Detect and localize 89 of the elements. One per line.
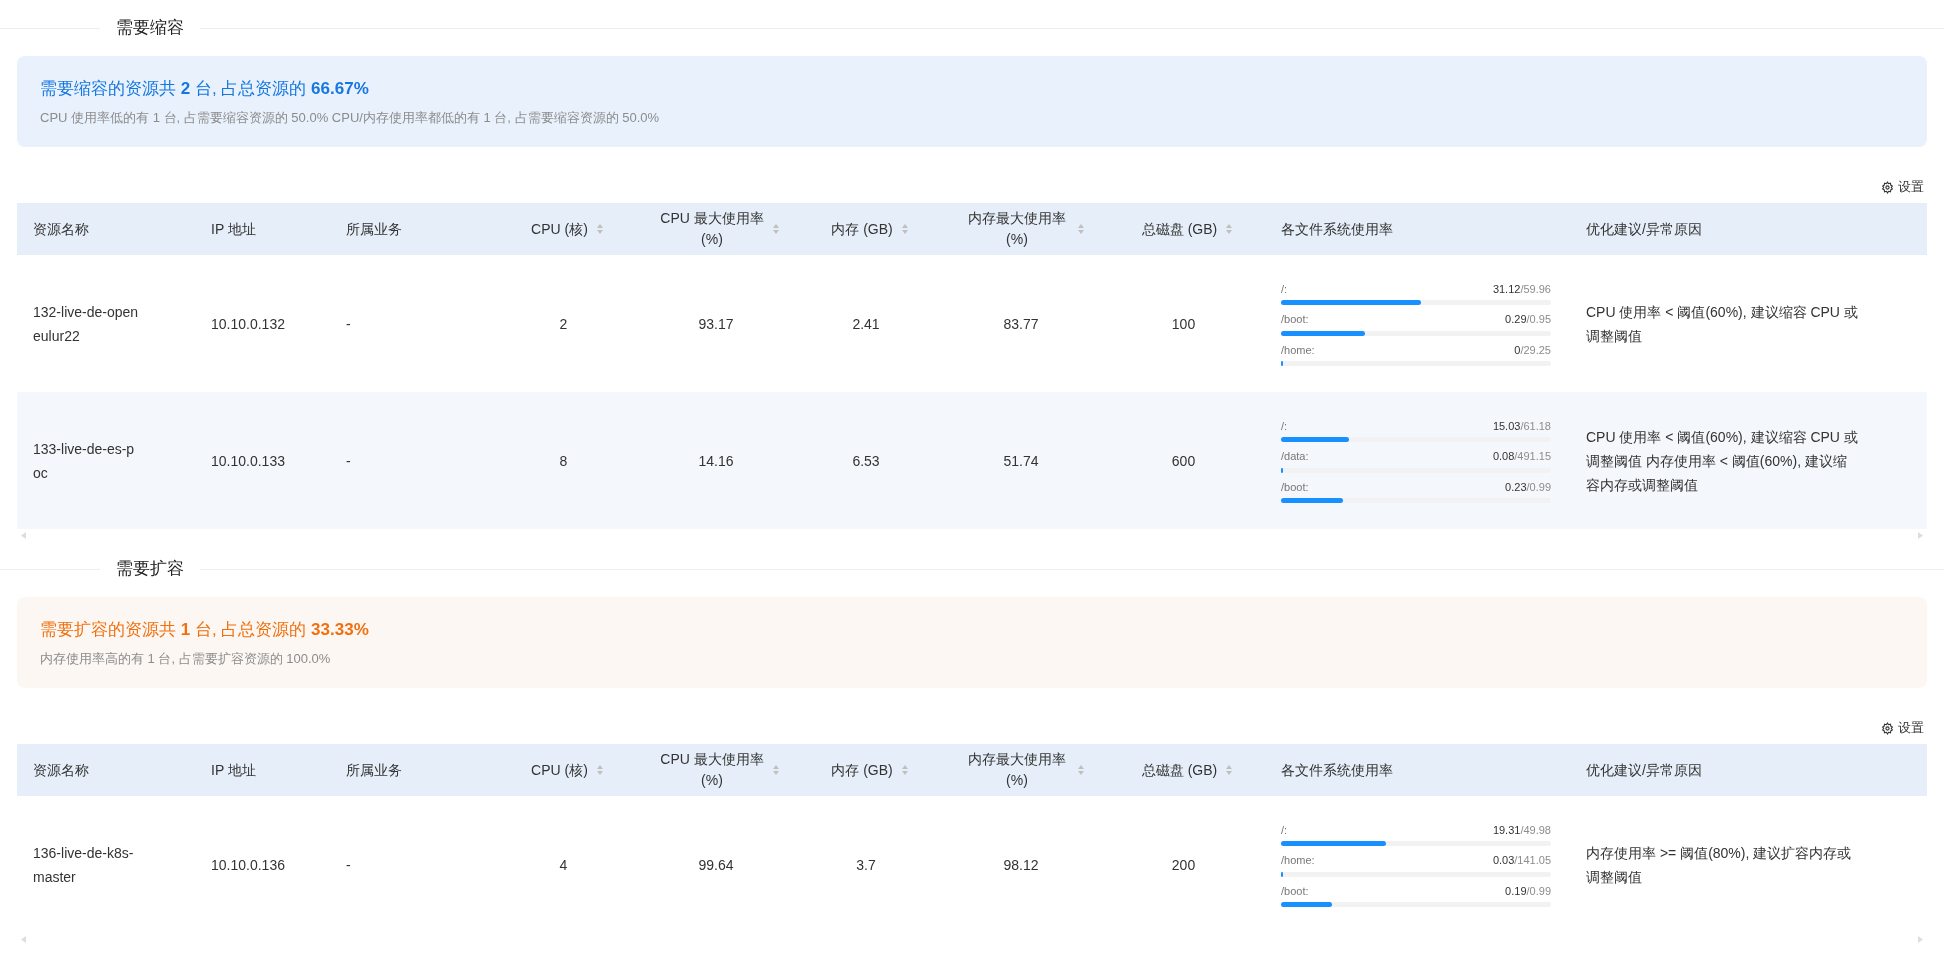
scroll-left-icon[interactable] — [21, 531, 26, 539]
sortable-column-header[interactable]: 总磁盘 (GB) — [1141, 218, 1234, 240]
table-cell-text: 10.10.0.132 — [211, 314, 285, 334]
filesystem-usage: 0.08/491.15 — [1492, 449, 1551, 465]
column-header: 各文件系统使用率 — [1281, 760, 1393, 780]
filesystem-usage: 19.31/49.98 — [1492, 822, 1551, 838]
summary-detail: 内存使用率高的有 1 台, 占需要扩容资源的 100.0% — [40, 649, 332, 668]
advice-text: CPU 使用率 < 阈值(60%), 建议缩容 CPU 或调整阈值 内存使用率 < 阈值(60%), 建议缩容内存或调整阈值 — [1586, 427, 1858, 495]
settings-icon — [1881, 180, 1894, 194]
column-header: 资源名称 — [33, 760, 89, 780]
sortable-column-header[interactable]: CPU 最大使用率 (%) — [660, 208, 780, 250]
table-cell-text: 4 — [559, 855, 568, 875]
sortable-column-header[interactable]: CPU (核) — [531, 759, 604, 781]
column-header: IP 地址 — [211, 760, 256, 780]
section-title: 需要缩容 — [115, 17, 185, 40]
sort-icon[interactable] — [1077, 223, 1085, 235]
filesystem-path: /: — [1281, 418, 1288, 434]
settings-button[interactable]: 设置 — [1881, 718, 1924, 738]
table-cell-text: 600 — [1171, 451, 1196, 471]
sortable-column-header[interactable]: 内存最大使用率 (%) — [965, 749, 1085, 791]
table-cell-text: 132-live-de-openeulur22 — [33, 302, 140, 346]
section-title: 需要扩容 — [115, 558, 185, 581]
table-cell-text: 51.74 — [1003, 451, 1039, 471]
scroll-right-icon[interactable] — [1918, 531, 1923, 539]
table-cell-text: 10.10.0.133 — [211, 451, 285, 471]
sortable-column-header[interactable]: 总磁盘 (GB) — [1141, 759, 1234, 781]
sort-icon[interactable] — [1225, 764, 1234, 776]
sort-icon[interactable] — [900, 764, 909, 776]
column-header: IP 地址 — [211, 219, 256, 239]
table-cell-text: 14.16 — [698, 451, 734, 471]
summary-headline: 需要扩容的资源共 1 台, 占总资源的 33.33% — [40, 619, 370, 641]
table-cell-text: 200 — [1171, 855, 1196, 875]
table-cell-text: - — [346, 855, 351, 875]
sortable-column-header[interactable]: CPU (核) — [531, 218, 604, 240]
sortable-column-header[interactable]: 内存 (GB) — [831, 218, 909, 240]
column-header: 所属业务 — [346, 760, 402, 780]
sortable-column-header[interactable]: CPU 最大使用率 (%) — [660, 749, 780, 791]
table-cell-text: 136-live-de-k8s-master — [33, 843, 135, 887]
table-cell-text: - — [346, 451, 351, 471]
advice-text: 内存使用率 >= 阈值(80%), 建议扩容内存或调整阈值 — [1586, 843, 1853, 887]
settings-icon — [1881, 721, 1894, 735]
table-cell-text: - — [346, 314, 351, 334]
filesystem-usage: 31.12/59.96 — [1492, 281, 1551, 297]
filesystem-usage: 0/29.25 — [1514, 342, 1551, 358]
filesystem-usage: 0.03/141.05 — [1492, 853, 1551, 869]
sort-icon[interactable] — [595, 223, 604, 235]
sort-icon[interactable] — [595, 764, 604, 776]
column-header: 优化建议/异常原因 — [1586, 760, 1702, 780]
column-header: 资源名称 — [33, 219, 89, 239]
table-cell-text: 99.64 — [698, 855, 734, 875]
settings-button[interactable]: 设置 — [1881, 177, 1924, 197]
table-cell-text: 8 — [559, 451, 568, 471]
scroll-right-icon[interactable] — [1918, 935, 1923, 943]
filesystem-path: /data: — [1281, 449, 1309, 465]
sort-icon[interactable] — [1077, 764, 1085, 776]
column-header: 各文件系统使用率 — [1281, 219, 1393, 239]
advice-text: CPU 使用率 < 阈值(60%), 建议缩容 CPU 或调整阈值 — [1586, 302, 1858, 346]
table-cell-text: 2.41 — [852, 314, 880, 334]
filesystem-usage: 15.03/61.18 — [1492, 418, 1551, 434]
scroll-left-icon[interactable] — [21, 935, 26, 943]
filesystem-path: /: — [1281, 281, 1288, 297]
filesystem-usage: 0.23/0.99 — [1505, 479, 1551, 495]
filesystem-path: /home: — [1281, 342, 1315, 358]
table-cell-text: 93.17 — [698, 314, 734, 334]
filesystem-path: /boot: — [1281, 479, 1309, 495]
filesystem-usage: 0.29/0.95 — [1505, 312, 1551, 328]
column-header: 所属业务 — [346, 219, 402, 239]
filesystem-usage: 0.19/0.99 — [1505, 883, 1551, 899]
filesystem-path: /: — [1281, 822, 1288, 838]
table-cell-text: 83.77 — [1003, 314, 1039, 334]
table-cell-text: 133-live-de-es-poc — [33, 439, 136, 483]
filesystem-path: /home: — [1281, 853, 1315, 869]
sort-icon[interactable] — [900, 223, 909, 235]
sort-icon[interactable] — [772, 223, 780, 235]
table-cell-text: 10.10.0.136 — [211, 855, 285, 875]
summary-headline: 需要缩容的资源共 2 台, 占总资源的 66.67% — [40, 78, 370, 100]
table-cell-text: 6.53 — [852, 451, 880, 471]
table-cell-text: 3.7 — [856, 855, 876, 875]
column-header: 优化建议/异常原因 — [1586, 219, 1702, 239]
sort-icon[interactable] — [1225, 223, 1234, 235]
table-cell-text: 2 — [559, 314, 568, 334]
sortable-column-header[interactable]: 内存最大使用率 (%) — [965, 208, 1085, 250]
table-cell-text: 98.12 — [1003, 855, 1039, 875]
summary-detail: CPU 使用率低的有 1 台, 占需要缩容资源的 50.0% CPU/内存使用率都低的有 1 台, 占需要缩容资源的 50.0% — [40, 108, 661, 127]
sort-icon[interactable] — [772, 764, 780, 776]
table-cell-text: 100 — [1171, 314, 1196, 334]
filesystem-path: /boot: — [1281, 312, 1309, 328]
sortable-column-header[interactable]: 内存 (GB) — [831, 759, 909, 781]
filesystem-path: /boot: — [1281, 883, 1309, 899]
